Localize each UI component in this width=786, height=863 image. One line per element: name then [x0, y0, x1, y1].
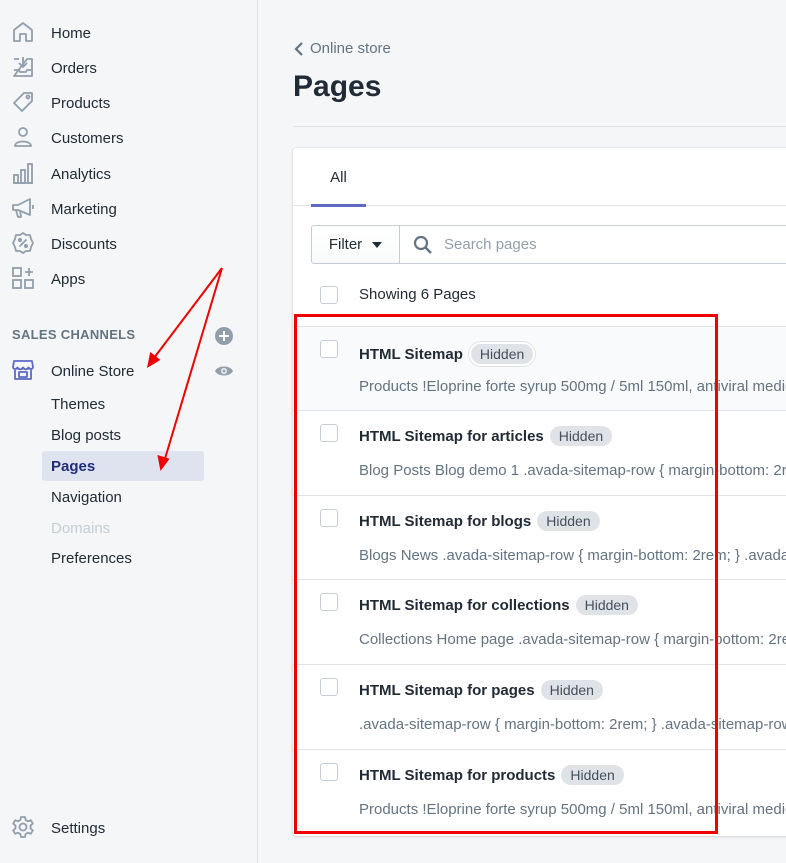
row-description: Products !Eloprine forte syrup 500mg / 5…: [359, 801, 786, 818]
sidebar-subitem-domains: Domains: [51, 519, 111, 537]
row-title[interactable]: HTML Sitemap for pages: [359, 682, 535, 699]
row-title[interactable]: HTML Sitemap for articles: [359, 428, 544, 445]
sidebar-item-analytics[interactable]: Analytics: [0, 159, 258, 189]
sidebar-item-label: Analytics: [51, 165, 112, 183]
table-row[interactable]: HTML Sitemap for articles Hidden Blog Po…: [293, 410, 786, 495]
sidebar: Home Orders Products Customers Analytics…: [0, 0, 258, 863]
select-all-checkbox[interactable]: [320, 286, 338, 304]
breadcrumb[interactable]: Online store: [294, 40, 391, 57]
table-row[interactable]: HTML Sitemap for collections Hidden Coll…: [293, 579, 786, 664]
sidebar-item-label: Marketing: [51, 200, 117, 218]
status-badge: Hidden: [540, 680, 603, 700]
row-checkbox[interactable]: [320, 593, 338, 611]
sidebar-item-label: Apps: [51, 270, 86, 288]
tag-icon: [11, 90, 35, 114]
table-row[interactable]: HTML Sitemap for blogs Hidden Blogs News…: [293, 495, 786, 579]
sidebar-item-label: Home: [51, 24, 92, 42]
status-badge: Hidden: [468, 342, 536, 366]
sidebar-subitem-blog-posts[interactable]: Blog posts: [42, 420, 204, 450]
filter-button[interactable]: Filter: [311, 225, 400, 264]
sidebar-item-products[interactable]: Products: [0, 88, 258, 118]
view-store-eye-icon[interactable]: [214, 362, 234, 380]
filter-bar: Filter: [311, 225, 786, 264]
tab-all[interactable]: All: [311, 148, 366, 207]
row-description: Blog Posts Blog demo 1 .avada-sitemap-ro…: [359, 462, 786, 479]
add-sales-channel-icon[interactable]: [214, 326, 234, 346]
main-content: Online store Pages All Filter Showing 6 …: [258, 0, 786, 863]
gear-icon: [11, 815, 35, 839]
apps-icon: [11, 266, 35, 290]
orders-icon: [11, 55, 35, 79]
sidebar-item-settings[interactable]: Settings: [0, 813, 258, 843]
bar-chart-icon: [11, 161, 35, 185]
sidebar-item-home[interactable]: Home: [0, 18, 258, 48]
row-checkbox[interactable]: [320, 340, 338, 358]
sidebar-item-discounts[interactable]: Discounts: [0, 229, 258, 259]
row-description: Products !Eloprine forte syrup 500mg / 5…: [359, 378, 786, 395]
home-icon: [11, 20, 35, 44]
row-description: Collections Home page .avada-sitemap-row…: [359, 631, 786, 648]
sidebar-item-label: Orders: [51, 59, 97, 77]
row-checkbox[interactable]: [320, 424, 338, 442]
filter-label: Filter: [328, 236, 363, 253]
row-checkbox[interactable]: [320, 763, 338, 781]
search-input[interactable]: [400, 226, 786, 263]
divider: [293, 126, 786, 127]
sidebar-item-label: Discounts: [51, 235, 117, 253]
table-row[interactable]: HTML Sitemap for pages Hidden .avada-sit…: [293, 664, 786, 749]
status-badge: Hidden: [549, 426, 613, 446]
sidebar-item-apps[interactable]: Apps: [0, 264, 258, 294]
showing-count: Showing 6 Pages: [359, 286, 476, 303]
tab-bar: All: [293, 148, 786, 207]
row-description: Blogs News .avada-sitemap-row { margin-b…: [359, 547, 786, 564]
row-description: .avada-sitemap-row { margin-bottom: 2rem…: [359, 716, 786, 733]
sidebar-item-label: Products: [51, 94, 111, 112]
search-icon: [413, 235, 432, 254]
page-title: Pages: [293, 70, 382, 103]
caret-down-icon: [372, 241, 383, 248]
sidebar-item-label: Customers: [51, 129, 124, 147]
sidebar-item-label: Settings: [51, 819, 106, 837]
table-row[interactable]: HTML Sitemap Hidden Products !Eloprine f…: [293, 326, 786, 410]
row-checkbox[interactable]: [320, 678, 338, 696]
status-badge: Hidden: [575, 595, 638, 615]
status-badge: Hidden: [561, 765, 624, 785]
row-title[interactable]: HTML Sitemap for collections: [359, 597, 570, 614]
row-title[interactable]: HTML Sitemap: [359, 346, 463, 363]
sidebar-item-marketing[interactable]: Marketing: [0, 194, 258, 224]
sidebar-subitem-themes[interactable]: Themes: [42, 389, 204, 419]
sidebar-subitem-pages[interactable]: Pages: [42, 451, 204, 481]
sidebar-item-orders[interactable]: Orders: [0, 53, 258, 83]
table-row[interactable]: HTML Sitemap for products Hidden Product…: [293, 749, 786, 836]
row-title[interactable]: HTML Sitemap for blogs: [359, 513, 531, 530]
row-checkbox[interactable]: [320, 509, 338, 527]
discount-icon: [11, 231, 35, 255]
row-title[interactable]: HTML Sitemap for products: [359, 767, 555, 784]
sidebar-subitem-navigation[interactable]: Navigation: [42, 482, 204, 512]
sales-channels-heading: SALES CHANNELS: [12, 327, 136, 342]
megaphone-icon: [11, 196, 35, 220]
sidebar-item-customers[interactable]: Customers: [0, 123, 258, 153]
store-icon: [11, 358, 35, 382]
sidebar-subitem-preferences[interactable]: Preferences: [42, 543, 204, 573]
pages-card: All Filter Showing 6 Pages HTML Sitemap …: [293, 148, 786, 836]
breadcrumb-label: Online store: [310, 40, 391, 57]
search-box: [400, 225, 786, 264]
status-badge: Hidden: [537, 511, 600, 531]
sidebar-item-label: Online Store: [51, 362, 135, 380]
person-icon: [11, 125, 35, 149]
chevron-left-icon: [294, 41, 303, 56]
